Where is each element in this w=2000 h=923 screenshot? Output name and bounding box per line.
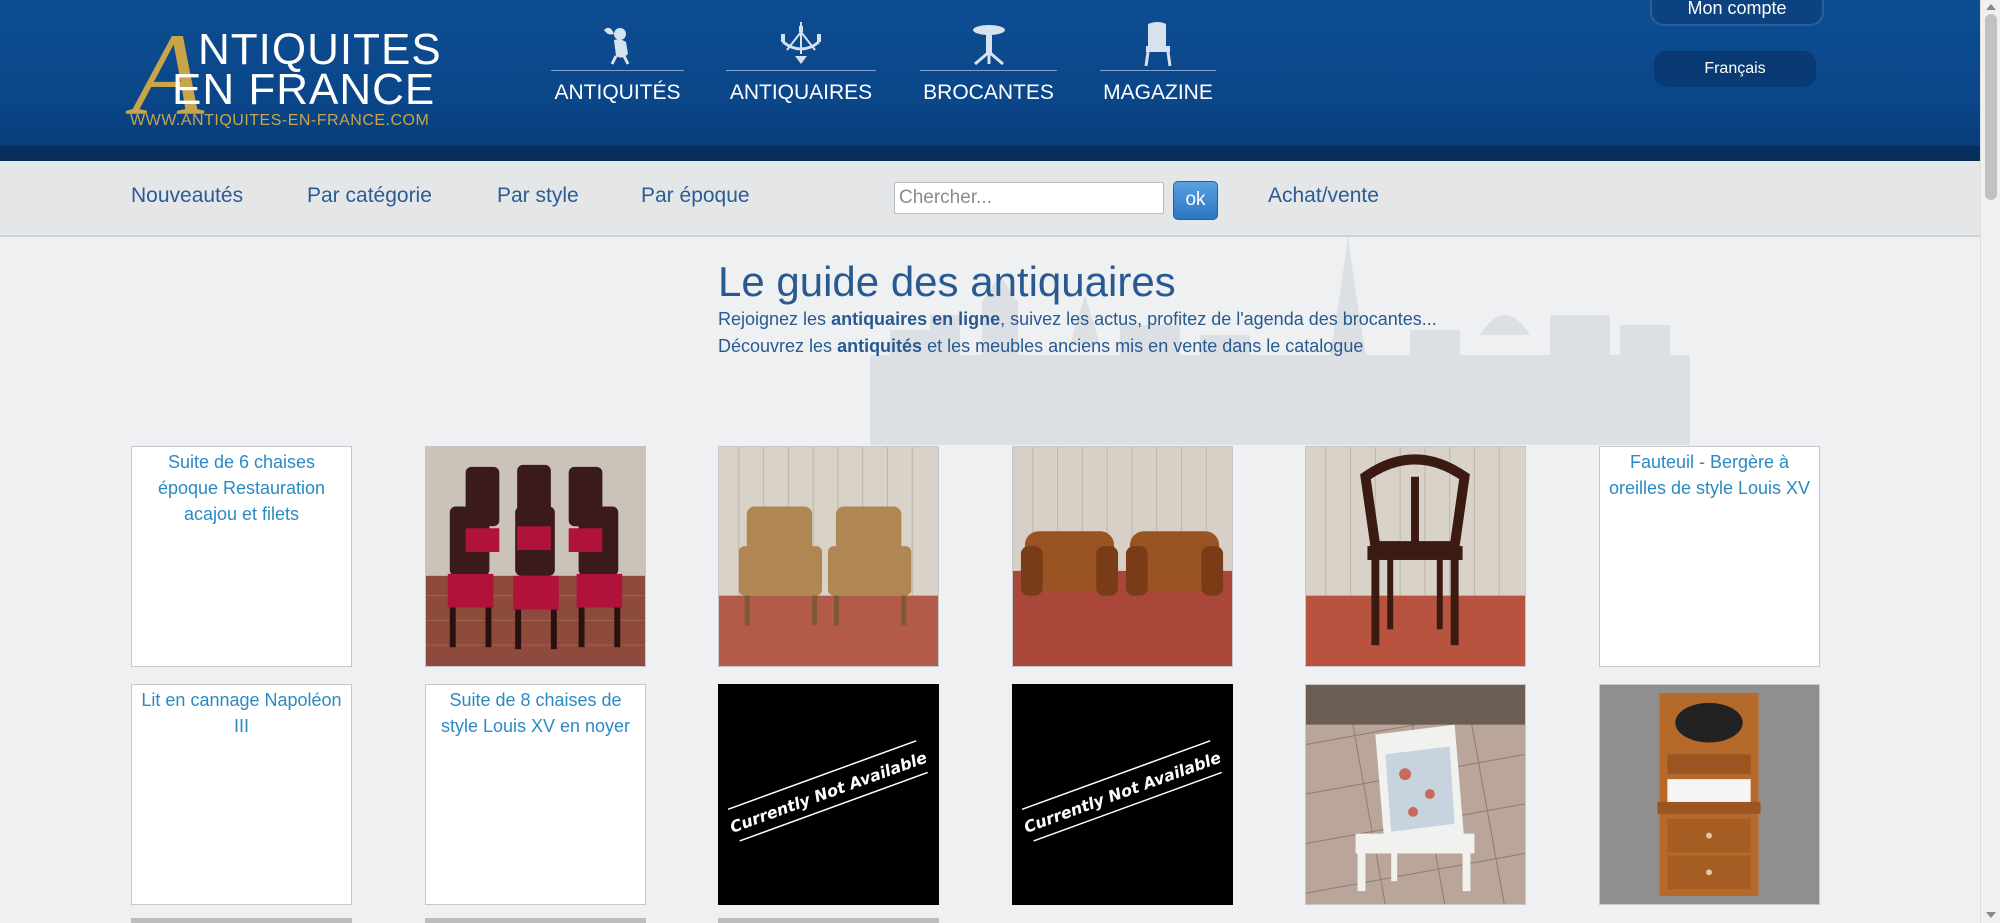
subnav-par-style[interactable]: Par style [497, 184, 579, 208]
header-band [0, 146, 1980, 161]
not-available-placeholder: Currently Not Available [719, 685, 938, 904]
chandelier-icon [781, 22, 821, 64]
hero-link-antiquites[interactable]: antiquités [837, 336, 922, 356]
nav-antiquites[interactable]: ANTIQUITÉS [551, 22, 684, 112]
product-image-alt: Fauteuil - Bergère à oreilles de style L… [1608, 452, 1811, 498]
scroll-up-arrow-icon[interactable] [1986, 4, 1996, 10]
page-scrollbar[interactable] [1980, 0, 2000, 923]
logo-line-2: EN FRANCE [172, 65, 436, 114]
product-photo-six-red-chairs [426, 447, 645, 666]
subnav-par-categorie[interactable]: Par catégorie [307, 184, 432, 208]
hero-text: Découvrez les [718, 336, 838, 356]
sub-navigation: Nouveautés Par catégorie Par style Par é… [0, 161, 1980, 237]
language-selector[interactable]: Français [1654, 51, 1816, 87]
product-photo-white-armchair [1306, 685, 1525, 904]
not-available-placeholder: Currently Not Available [1013, 685, 1232, 904]
nav-label: MAGAZINE [1103, 81, 1213, 104]
hero-intro-line-1: Rejoignez les antiquaires en ligne, suiv… [718, 309, 1437, 330]
hero-text: Rejoignez les [718, 309, 832, 329]
page-title: Le guide des antiquaires [718, 258, 1176, 305]
scrollbar-thumb[interactable] [1985, 14, 1997, 200]
product-image-alt: Suite de 8 chaises de style Louis XV en … [440, 690, 631, 736]
product-tile[interactable] [1305, 446, 1526, 667]
hero-intro-line-2: Découvrez les antiquités et les meubles … [718, 336, 1363, 357]
site-logo[interactable]: A NTIQUITES EN FRANCE WWW.ANTIQUITES-EN-… [130, 16, 441, 134]
product-tile[interactable] [425, 446, 646, 667]
nav-label: ANTIQUAIRES [729, 81, 873, 104]
nav-label: ANTIQUITÉS [554, 81, 681, 104]
product-photo-washstand-cabinet [1600, 685, 1819, 904]
search-input[interactable] [894, 182, 1164, 214]
product-photo-wooden-chair [1306, 447, 1525, 666]
product-tile[interactable] [1305, 684, 1526, 905]
nav-magazine[interactable]: MAGAZINE [1100, 22, 1216, 112]
pedestal-table-icon [972, 25, 1005, 66]
chair-icon [1144, 22, 1172, 66]
product-tile[interactable]: Fauteuil - Bergère à oreilles de style L… [1599, 446, 1820, 667]
product-photo-pair-armchairs [719, 447, 938, 666]
nav-antiquaires[interactable]: ANTIQUAIRES [726, 22, 876, 112]
product-tile[interactable]: Lit en cannage Napoléon III [131, 684, 352, 905]
next-row-tile-peek [425, 918, 646, 923]
hero-text: et les meubles anciens mis en vente dans… [922, 336, 1364, 356]
hero-link-antiquaires[interactable]: antiquaires en ligne [831, 309, 1000, 329]
scroll-down-arrow-icon[interactable] [1986, 912, 1996, 918]
subnav-achat-vente[interactable]: Achat/vente [1268, 184, 1379, 208]
product-tile[interactable] [718, 446, 939, 667]
nav-divider [551, 70, 684, 71]
logo-url: WWW.ANTIQUITES-EN-FRANCE.COM [130, 112, 430, 129]
product-image-alt: Suite de 6 chaises époque Restauration a… [157, 452, 326, 524]
product-image-alt: Lit en cannage Napoléon III [141, 690, 342, 736]
subnav-par-epoque[interactable]: Par époque [641, 184, 750, 208]
next-row-tile-peek [718, 918, 939, 923]
product-photo-leather-club-chairs [1013, 447, 1232, 666]
product-tile-unavailable[interactable]: Currently Not Available [1012, 684, 1233, 905]
cherub-icon [603, 27, 629, 65]
my-account-button[interactable]: Mon compte [1650, 0, 1824, 26]
site-header: A NTIQUITES EN FRANCE WWW.ANTIQUITES-EN-… [0, 0, 1980, 146]
product-tile[interactable] [1599, 684, 1820, 905]
search-button[interactable]: ok [1173, 181, 1218, 220]
next-row-tile-peek [131, 918, 352, 923]
product-tile[interactable]: Suite de 6 chaises époque Restauration a… [131, 446, 352, 667]
nav-divider [726, 70, 876, 71]
product-tile[interactable] [1012, 446, 1233, 667]
nav-divider [920, 70, 1057, 71]
hero-text: , suivez les actus, profitez de l'agenda… [1000, 309, 1437, 329]
product-tile[interactable]: Suite de 8 chaises de style Louis XV en … [425, 684, 646, 905]
product-tile-unavailable[interactable]: Currently Not Available [718, 684, 939, 905]
nav-brocantes[interactable]: BROCANTES [920, 22, 1057, 112]
nav-divider [1100, 70, 1216, 71]
nav-label: BROCANTES [923, 81, 1054, 104]
subnav-nouveautes[interactable]: Nouveautés [131, 184, 243, 208]
